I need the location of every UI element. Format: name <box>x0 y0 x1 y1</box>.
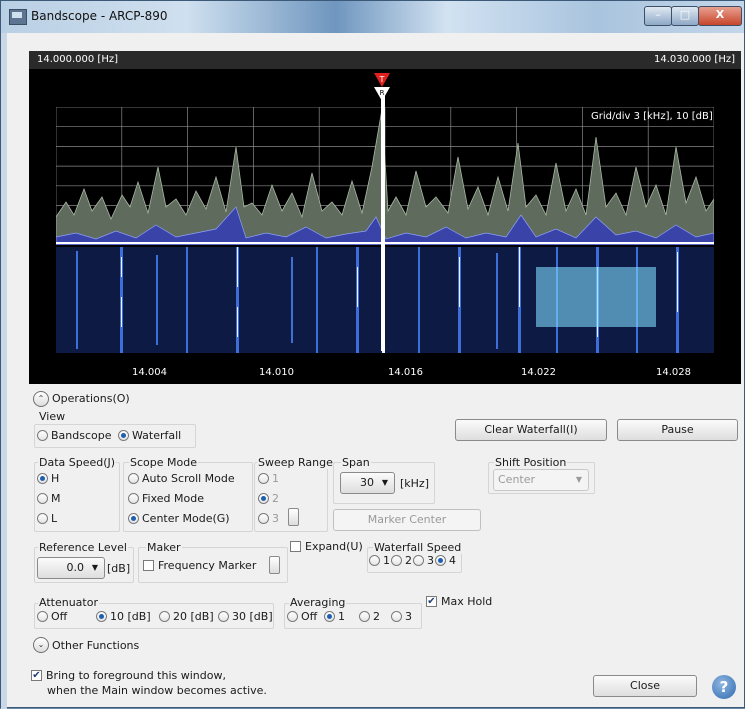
freq-tick: 14.004 <box>132 367 167 378</box>
averaging-2-radio[interactable]: 2 <box>359 610 380 623</box>
frequency-marker-checkbox[interactable]: Frequency Marker <box>143 559 256 572</box>
sweep-range-button[interactable] <box>288 508 299 526</box>
waterfall-speed-2-radio[interactable]: 2 <box>391 554 412 567</box>
averaging-3-radio[interactable]: 3 <box>391 610 412 623</box>
app-icon <box>9 9 27 25</box>
max-hold-checkbox[interactable]: ✔ Max Hold <box>426 595 492 608</box>
other-functions-label[interactable]: Other Functions <box>52 639 139 652</box>
view-label: View <box>38 410 67 423</box>
operations-label[interactable]: Operations(O) <box>52 392 130 405</box>
span-combo[interactable]: 30 ▼ <box>340 472 395 494</box>
pause-button[interactable]: Pause <box>617 419 738 441</box>
minimize-button[interactable]: – <box>644 6 672 26</box>
view-waterfall-radio[interactable]: Waterfall <box>118 429 181 442</box>
help-icon[interactable]: ? <box>712 675 736 699</box>
spectrum-plot <box>56 107 714 245</box>
span-label: Span <box>341 456 371 469</box>
sweep-range-label: Sweep Range <box>257 456 334 469</box>
close-button[interactable]: Close <box>593 675 697 697</box>
freq-tick: 14.016 <box>388 367 423 378</box>
data-speed-m-radio[interactable]: M <box>37 492 61 505</box>
freq-end-label: 14.030.000 [Hz] <box>653 54 735 65</box>
marker-center-button[interactable]: Marker Center <box>333 509 481 531</box>
waterfall-display <box>56 247 714 353</box>
svg-text:T: T <box>379 75 385 84</box>
marker-line[interactable] <box>381 89 385 351</box>
maker-label: Maker <box>146 541 182 554</box>
data-speed-l-radio[interactable]: L <box>37 512 57 525</box>
attenuator-label: Attenuator <box>38 596 99 609</box>
averaging-label: Averaging <box>289 596 347 609</box>
svg-text:R: R <box>380 89 385 97</box>
center-mode-radio[interactable]: Center Mode(G) <box>128 512 230 525</box>
expand-other-functions-icon[interactable]: ⌄ <box>33 637 49 653</box>
title-bar[interactable]: Bandscope - ARCP-890 – □ X <box>1 1 744 33</box>
window-border <box>1 33 7 709</box>
maximize-button[interactable]: □ <box>671 6 699 26</box>
collapse-operations-icon[interactable]: ⌃ <box>33 391 49 407</box>
bring-to-foreground-checkbox[interactable]: ✔ Bring to foreground this window, <box>31 669 226 682</box>
reference-level-combo[interactable]: 0.0 ▼ <box>37 557 105 579</box>
bandscope-window: Bandscope - ARCP-890 – □ X 14.000.000 [H… <box>0 0 745 709</box>
waterfall-speed-4-radio[interactable]: 4 <box>435 554 456 567</box>
auto-scroll-mode-radio[interactable]: Auto Scroll Mode <box>128 472 235 485</box>
frequency-bar: 14.000.000 [Hz] 14.030.000 [Hz] <box>29 51 741 69</box>
shift-position-combo[interactable]: Center ▼ <box>493 469 589 491</box>
attenuator-off-radio[interactable]: Off <box>37 610 67 623</box>
frequency-marker-button[interactable] <box>269 556 280 574</box>
reference-level-label: Reference Level <box>38 541 128 554</box>
receive-marker-icon[interactable]: R <box>373 87 391 101</box>
data-speed-label: Data Speed(J) <box>38 456 117 469</box>
freq-tick: 14.028 <box>656 367 691 378</box>
fixed-mode-radio[interactable]: Fixed Mode <box>128 492 204 505</box>
sweep-range-1-radio[interactable]: 1 <box>258 472 279 485</box>
span-unit: [kHz] <box>400 477 429 490</box>
grid-label: Grid/div 3 [kHz], 10 [dB] <box>591 111 713 122</box>
freq-start-label: 14.000.000 [Hz] <box>37 54 119 65</box>
scope-mode-label: Scope Mode <box>129 456 198 469</box>
transmit-marker-icon[interactable]: T <box>373 71 391 87</box>
freq-tick: 14.022 <box>521 367 556 378</box>
attenuator-20db-radio[interactable]: 20 [dB] <box>159 610 214 623</box>
waterfall-speed-3-radio[interactable]: 3 <box>413 554 434 567</box>
attenuator-10db-radio[interactable]: 10 [dB] <box>96 610 151 623</box>
waterfall-speed-1-radio[interactable]: 1 <box>369 554 390 567</box>
reference-level-unit: [dB] <box>107 562 131 575</box>
window-title: Bandscope - ARCP-890 <box>31 9 168 23</box>
bring-to-foreground-line2: when the Main window becomes active. <box>47 684 267 697</box>
averaging-1-radio[interactable]: 1 <box>324 610 345 623</box>
sweep-range-3-radio[interactable]: 3 <box>258 512 279 525</box>
attenuator-30db-radio[interactable]: 30 [dB] <box>218 610 273 623</box>
shift-position-label: Shift Position <box>494 456 568 469</box>
expand-checkbox[interactable]: Expand(U) <box>290 540 363 553</box>
waterfall-speed-label: Waterfall Speed <box>373 541 463 554</box>
close-window-button[interactable]: X <box>698 6 742 26</box>
freq-tick: 14.010 <box>259 367 294 378</box>
data-speed-h-radio[interactable]: H <box>37 472 59 485</box>
sweep-range-2-radio[interactable]: 2 <box>258 492 279 505</box>
view-bandscope-radio[interactable]: Bandscope <box>37 429 112 442</box>
averaging-off-radio[interactable]: Off <box>287 610 317 623</box>
clear-waterfall-button[interactable]: Clear Waterfall(I) <box>455 419 607 441</box>
